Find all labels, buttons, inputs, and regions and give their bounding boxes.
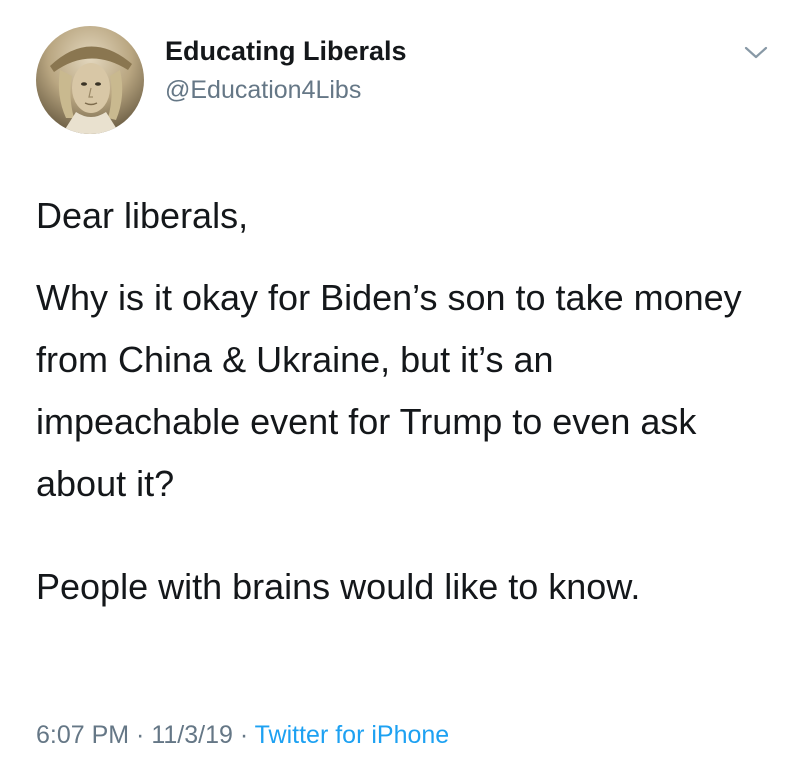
chevron-down-icon[interactable]: [742, 43, 770, 63]
tweet-date[interactable]: 11/3/19: [151, 721, 233, 749]
profile-photo-icon: [50, 46, 132, 134]
avatar[interactable]: [36, 26, 144, 134]
separator: ·: [129, 721, 152, 749]
tweet-text-paragraph: Why is it okay for Biden’s son to take m…: [36, 277, 742, 504]
separator: ·: [232, 721, 255, 749]
tweet-time[interactable]: 6:07 PM: [36, 721, 129, 749]
tweet-card: Educating Liberals @Education4Libs Dear …: [0, 0, 801, 768]
tweet-text-paragraph: Dear liberals,: [36, 195, 249, 236]
tweet-source-link[interactable]: Twitter for iPhone: [255, 721, 450, 749]
display-name[interactable]: Educating Liberals: [165, 36, 407, 67]
user-handle[interactable]: @Education4Libs: [165, 76, 361, 105]
tweet-text-paragraph: People with brains would like to know.: [36, 566, 641, 607]
tweet-metadata: 6:07 PM · 11/3/19 · Twitter for iPhone: [36, 721, 449, 750]
